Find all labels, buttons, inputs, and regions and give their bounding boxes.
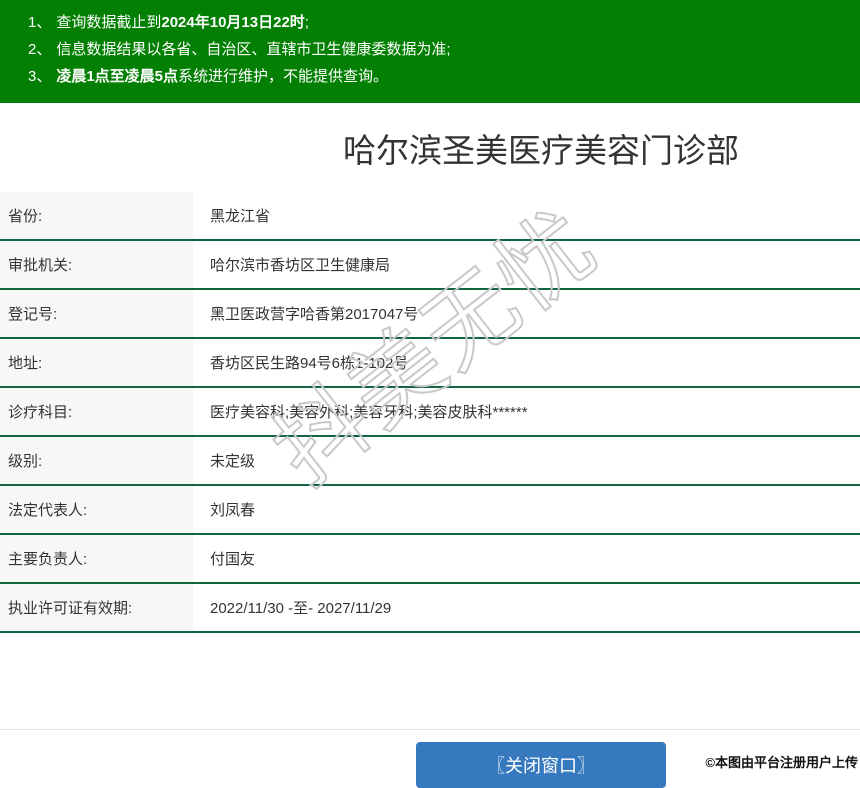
notice-text: 信息数据结果以各省、自治区、直辖市卫生健康委数据为准; [56,41,451,58]
notice-number: 1、 [28,14,52,31]
notice-number: 2、 [28,41,52,58]
table-row: 级别: 未定级 [0,437,860,486]
notice-text: 系统进行维护，不能提供查询。 [178,68,389,85]
field-value: 哈尔滨市香坊区卫生健康局 [210,257,391,274]
field-label: 省份: [0,192,193,239]
notice-number: 3、 [28,68,52,85]
table-row: 地址: 香坊区民生路94号6栋1-102号 [0,339,860,388]
bottom-divider [0,729,860,730]
field-value: 香坊区民生路94号6栋1-102号 [210,355,409,372]
field-value: 黑卫医政营字哈香第2017047号 [210,306,419,323]
field-value: 付国友 [210,551,256,568]
table-row: 主要负责人: 付国友 [0,535,860,584]
notice-text: 查询数据截止到 [56,14,162,31]
table-row: 登记号: 黑卫医政营字哈香第2017047号 [0,290,860,339]
table-row: 省份: 黑龙江省 [0,192,860,241]
page-title: 哈尔滨圣美医疗美容门诊部 [343,132,739,169]
table-row: 执业许可证有效期: 2022/11/30 -至- 2027/11/29 [0,584,860,633]
field-label: 地址: [0,339,193,386]
table-row: 诊疗科目: 医疗美容科;美容外科;美容牙科;美容皮肤科****** [0,388,860,437]
field-label: 主要负责人: [0,535,193,582]
field-value: 未定级 [210,453,256,470]
notice-line-1: 1、 查询数据截止到2024年10月13日22时; [28,9,850,36]
field-label: 级别: [0,437,193,484]
table-row: 法定代表人: 刘凤春 [0,486,860,535]
field-value: 刘凤春 [210,502,256,519]
notice-line-3: 3、 凌晨1点至凌晨5点系统进行维护，不能提供查询。 [28,63,850,90]
field-label: 执业许可证有效期: [0,584,193,631]
table-row: 审批机关: 哈尔滨市香坊区卫生健康局 [0,241,860,290]
institution-info-table: 省份: 黑龙江省 审批机关: 哈尔滨市香坊区卫生健康局 登记号: 黑卫医政营字哈… [0,192,860,633]
notice-text: ; [304,14,309,31]
field-label: 登记号: [0,290,193,337]
notice-text-bold: 凌晨1点至凌晨5点 [56,68,179,85]
field-value: 黑龙江省 [210,208,271,225]
field-label: 诊疗科目: [0,388,193,435]
close-window-button[interactable]: 〖关闭窗口〗 [416,742,666,788]
field-label: 审批机关: [0,241,193,288]
field-label: 法定代表人: [0,486,193,533]
notice-text-bold: 2024年10月13日22时 [161,14,305,31]
upload-credit-note: ©本图由平台注册用户上传 [705,755,858,770]
field-value: 医疗美容科;美容外科;美容牙科;美容皮肤科****** [210,404,528,421]
notice-bar: 1、 查询数据截止到2024年10月13日22时; 2、 信息数据结果以各省、自治区… [0,0,860,103]
notice-line-2: 2、 信息数据结果以各省、自治区、直辖市卫生健康委数据为准; [28,36,850,63]
field-value: 2022/11/30 -至- 2027/11/29 [210,600,392,617]
